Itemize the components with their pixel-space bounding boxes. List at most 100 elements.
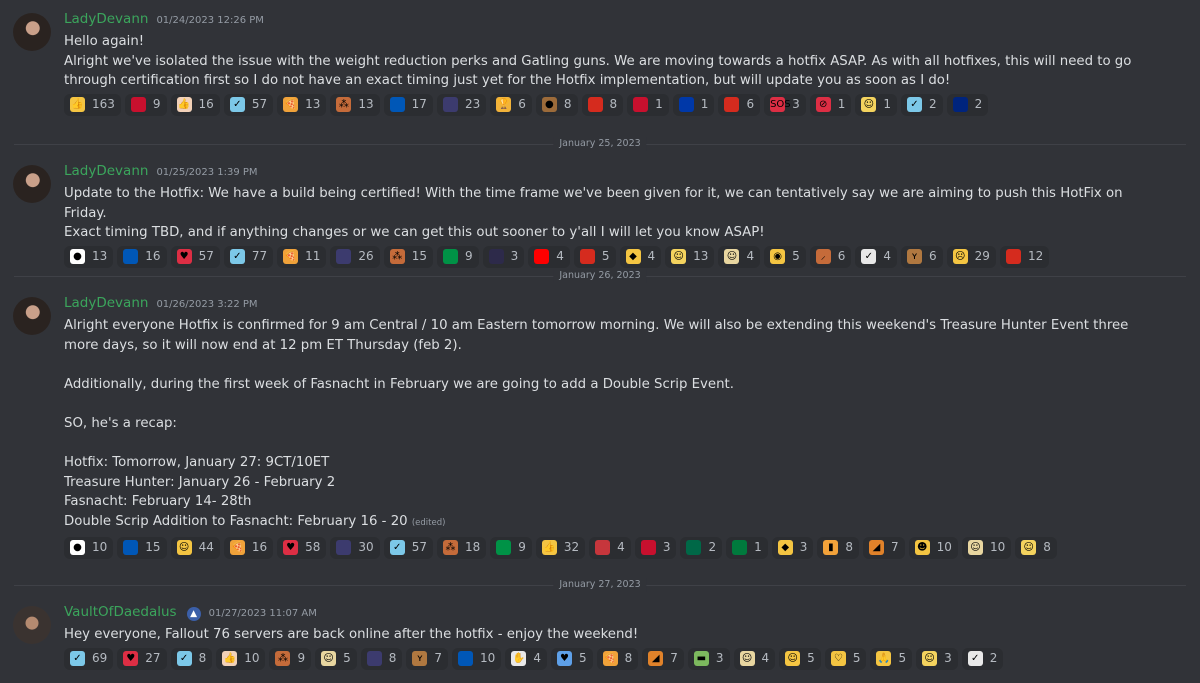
reaction-button[interactable]: 🍕 16 [223,536,274,559]
reaction-button[interactable]: 🙏 5 [870,647,913,670]
reaction-button[interactable]: 👍 10 [216,647,266,670]
reaction-button[interactable]: 2 [946,93,989,116]
reaction-button[interactable]: ☺ 8 [1015,536,1057,559]
reaction-button[interactable]: ✓ 4 [855,245,898,268]
reaction-button[interactable]: ✓ 57 [383,536,433,559]
reaction-button[interactable]: 🏆 6 [490,93,532,116]
reaction-button[interactable]: ♡ 5 [824,647,867,670]
reaction-button[interactable]: ☺ 1 [855,93,897,116]
reaction-button[interactable]: 🍕 11 [277,245,327,268]
reaction-button[interactable]: ʏ7 [406,647,449,670]
reaction-button[interactable]: ✓ 2 [901,93,943,116]
reaction-button[interactable]: ✓ 77 [223,245,274,268]
reaction-button[interactable]: ● 10 [64,536,114,559]
reaction-button[interactable]: ● 8 [535,93,578,116]
reaction-button[interactable]: ◉ 5 [764,245,806,268]
vault-boy-arms-icon: ✓ [967,651,983,667]
reaction-button[interactable]: 10 [452,647,502,670]
reaction-button[interactable]: ✋ 4 [505,647,547,670]
reaction-button[interactable]: 🍕 8 [596,647,639,670]
reaction-button[interactable]: SOS 3 [764,93,806,116]
author-name[interactable]: LadyDevann [64,10,148,30]
reaction-button[interactable]: ☺ 13 [665,245,715,268]
reaction-count: 7 [670,650,678,665]
author-name[interactable]: LadyDevann [64,162,148,182]
reaction-button[interactable]: 1 [672,93,715,116]
reaction-button[interactable]: ⁂ 13 [330,93,380,116]
reaction-button[interactable]: ▬ 3 [687,647,730,670]
reaction-button[interactable]: 8 [581,93,624,116]
reaction-button[interactable]: 3 [634,536,677,559]
reaction-button[interactable]: ⊘ 1 [809,93,852,116]
reaction-button[interactable]: ✓ 69 [64,647,114,670]
message-text: Alright everyone Hotfix is confirmed for… [64,316,1160,534]
reaction-button[interactable]: 9 [436,245,479,268]
reaction-button[interactable]: 4 [528,245,570,268]
reaction-button[interactable]: ☺ 3 [916,647,958,670]
reaction-button[interactable]: 👍 163 [64,93,121,116]
reaction-button[interactable]: ☺ 4 [718,245,761,268]
flag-ukraine-icon [123,540,139,556]
reaction-button[interactable]: ◆ 4 [619,245,662,268]
reaction-button[interactable]: ⁂ 15 [383,245,433,268]
reaction-button[interactable]: ▮ 8 [817,536,860,559]
reaction-button[interactable]: 15 [117,536,167,559]
reaction-button[interactable]: ☹ 29 [946,245,996,268]
reaction-button[interactable]: 23 [436,93,487,116]
reaction-button[interactable]: 12 [999,245,1050,268]
reaction-button[interactable]: 🍕 13 [277,93,327,116]
reaction-button[interactable]: 2 [680,536,723,559]
message-line: Additionally, during the first week of F… [64,376,734,392]
reaction-button[interactable]: 1 [627,93,669,116]
reaction-button[interactable]: 8 [360,647,403,670]
reaction-button[interactable]: ♥ 5 [550,647,593,670]
reaction-button[interactable]: 9 [490,536,532,559]
reaction-button[interactable]: 6 [718,93,761,116]
reaction-count: 3 [510,248,519,263]
reaction-button[interactable]: 30 [330,536,380,559]
reaction-button[interactable]: 26 [330,245,380,268]
reaction-button[interactable]: ☺ 5 [779,647,821,670]
reaction-button[interactable]: ✓ 2 [961,647,1004,670]
avatar[interactable] [13,606,51,644]
reaction-button[interactable]: ☺ 4 [733,647,776,670]
reaction-button[interactable]: ☺ 10 [961,536,1012,559]
reaction-button[interactable]: ● 13 [64,245,114,268]
reaction-button[interactable]: ʏ6 [901,245,943,268]
avatar[interactable] [13,297,51,335]
author-name[interactable]: VaultOfDaedalus [64,603,177,623]
message-line: Hey everyone, Fallout 76 servers are bac… [64,627,639,642]
reaction-button[interactable]: 👍 32 [535,536,586,559]
reaction-button[interactable]: 9 [124,93,167,116]
reaction-button[interactable]: ♥ 27 [117,647,167,670]
reaction-button[interactable]: 1 [726,536,768,559]
avatar[interactable] [13,165,51,203]
avatar[interactable] [13,13,51,51]
reaction-button[interactable]: 👍 16 [170,93,220,116]
author-name[interactable]: LadyDevann [64,294,148,314]
reaction-button[interactable]: ☺ 5 [315,647,357,670]
reaction-button[interactable]: 17 [383,93,433,116]
reaction-button[interactable]: ⁂ 18 [436,536,487,559]
reaction-button[interactable]: 3 [482,245,525,268]
reaction-button[interactable]: ◢ 7 [642,647,684,670]
reaction-button[interactable]: 16 [117,245,167,268]
reaction-button[interactable]: ◢ 7 [863,536,905,559]
reaction-button[interactable]: 5 [573,245,616,268]
reaction-button[interactable]: ♥ 58 [277,536,327,559]
vault-boy-icon: ✓ [389,540,405,556]
flag-us-icon [442,97,458,113]
face-icon: ☺ [861,97,877,113]
reaction-button[interactable]: ♥ 57 [170,245,220,268]
reaction-button[interactable]: ✓ 8 [170,647,213,670]
reaction-button[interactable]: ◆ 3 [771,536,814,559]
reaction-button[interactable]: ☺ 44 [170,536,220,559]
message-text: Update to the Hotfix: We have a build be… [64,184,1160,243]
reaction-button[interactable]: ⸝ 6 [809,245,852,268]
reaction-count: 8 [845,539,854,554]
reaction-button[interactable]: ⁂ 9 [269,647,312,670]
reaction-button[interactable]: ✓ 57 [223,93,274,116]
deer-icon: ʏ [412,651,428,667]
reaction-button[interactable]: 4 [589,536,631,559]
reaction-button[interactable]: ☻ 10 [908,536,958,559]
